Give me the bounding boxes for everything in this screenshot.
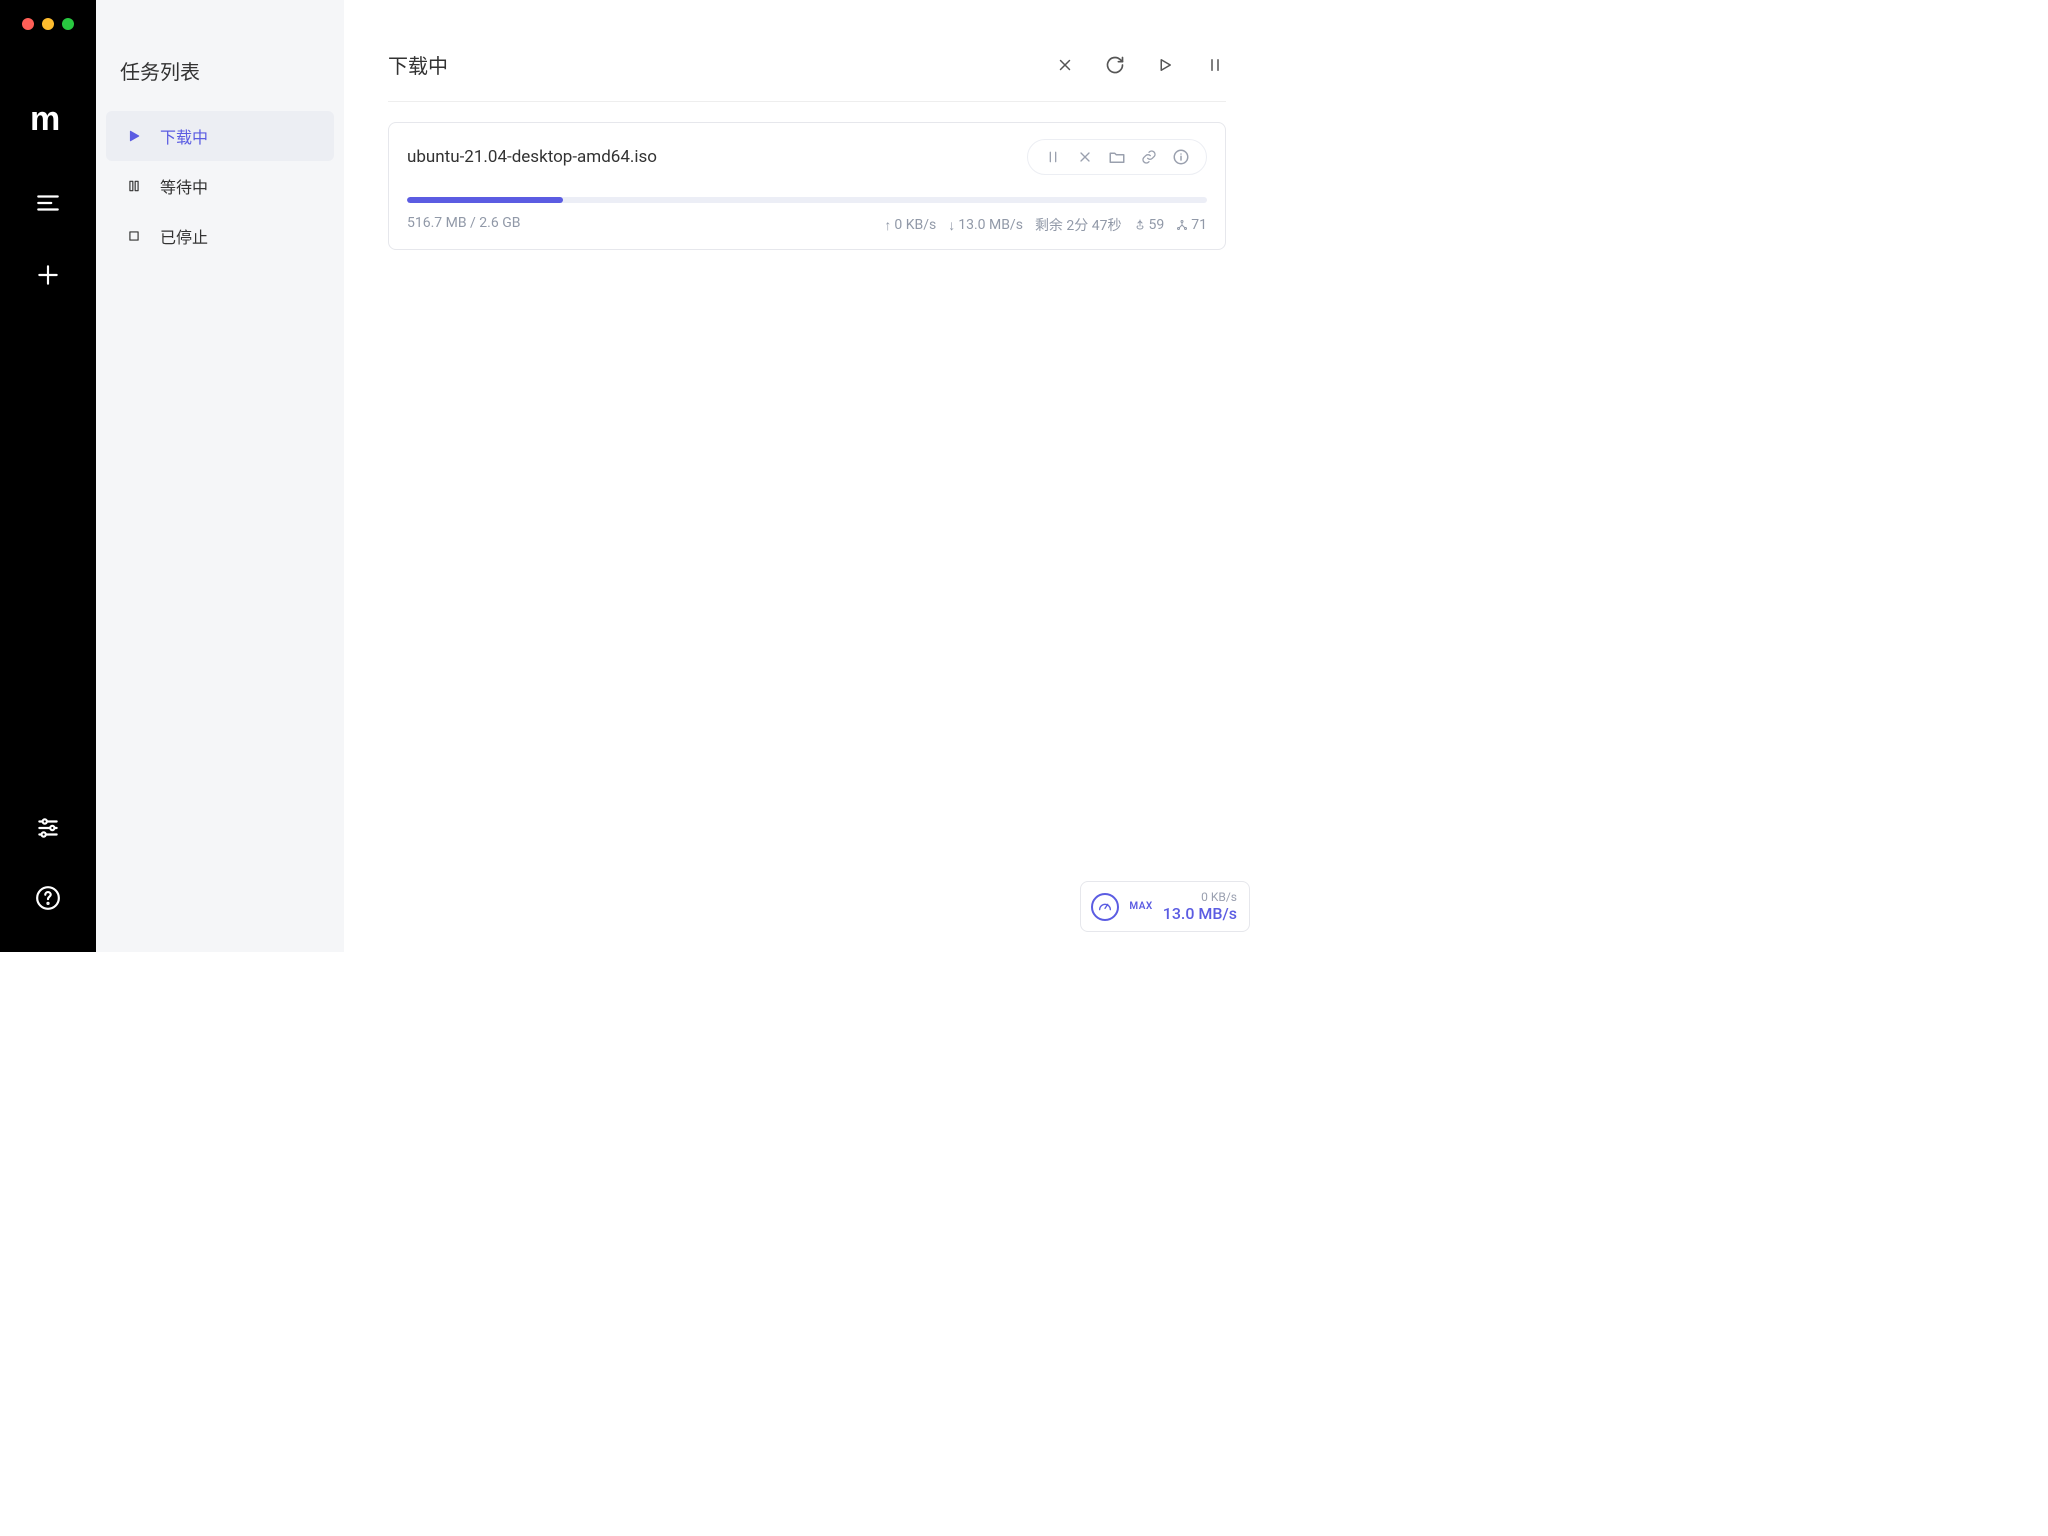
stop-icon xyxy=(124,226,144,246)
settings-button[interactable] xyxy=(24,804,72,852)
pause-icon xyxy=(124,176,144,196)
window-close-button[interactable] xyxy=(22,18,34,30)
task-progress-fill xyxy=(407,197,563,203)
main-header: 下载中 xyxy=(388,50,1226,102)
main-toolbar xyxy=(1054,54,1226,76)
window-controls xyxy=(22,0,74,50)
menu-button[interactable] xyxy=(24,179,72,227)
help-button[interactable] xyxy=(24,874,72,922)
sidebar-item-label: 下载中 xyxy=(160,124,208,148)
task-card[interactable]: ubuntu-21.04-desktop-amd64.iso 516.7 MB … xyxy=(388,122,1226,250)
speed-max-label: MAX xyxy=(1129,901,1152,912)
speed-widget[interactable]: MAX 0 KB/s 13.0 MB/s xyxy=(1080,881,1250,932)
task-time-remaining: 剩余 2分 47秒 xyxy=(1035,215,1122,235)
main-panel: 下载中 ubuntu-21.04-desktop-amd64.iso 516.7… xyxy=(344,0,1270,952)
start-all-button[interactable] xyxy=(1154,54,1176,76)
task-seeds: 59 xyxy=(1134,217,1165,233)
task-actions xyxy=(1027,139,1207,175)
task-upload-speed: ↑ 0 KB/s xyxy=(884,217,936,234)
task-info-button[interactable] xyxy=(1166,144,1196,170)
window-maximize-button[interactable] xyxy=(62,18,74,30)
delete-all-button[interactable] xyxy=(1054,54,1076,76)
gauge-icon xyxy=(1091,893,1119,921)
sidebar-item-label: 已停止 xyxy=(160,224,208,248)
task-delete-button[interactable] xyxy=(1070,144,1100,170)
speed-upload: 0 KB/s xyxy=(1201,890,1237,904)
sidebar-item-downloading[interactable]: 下载中 xyxy=(106,111,334,161)
task-progress-bar xyxy=(407,197,1207,203)
task-pause-button[interactable] xyxy=(1038,144,1068,170)
main-title: 下载中 xyxy=(388,50,448,79)
task-peers: 71 xyxy=(1176,217,1207,233)
task-size-text: 516.7 MB / 2.6 GB xyxy=(407,215,520,235)
task-link-button[interactable] xyxy=(1134,144,1164,170)
app-logo: m xyxy=(30,54,66,139)
task-download-speed: ↓ 13.0 MB/s xyxy=(948,217,1023,234)
refresh-button[interactable] xyxy=(1104,54,1126,76)
window-minimize-button[interactable] xyxy=(42,18,54,30)
task-stats: ↑ 0 KB/s ↓ 13.0 MB/s 剩余 2分 47秒 59 71 xyxy=(884,215,1207,235)
speed-download: 13.0 MB/s xyxy=(1163,904,1237,923)
task-folder-button[interactable] xyxy=(1102,144,1132,170)
sidebar-item-waiting[interactable]: 等待中 xyxy=(106,161,334,211)
sidebar-item-label: 等待中 xyxy=(160,174,208,198)
sidebar-item-stopped[interactable]: 已停止 xyxy=(106,211,334,261)
task-sidebar: 任务列表 下载中 等待中 已停止 xyxy=(96,0,344,952)
add-task-button[interactable] xyxy=(24,251,72,299)
app-rail: m xyxy=(0,0,96,952)
task-filename: ubuntu-21.04-desktop-amd64.iso xyxy=(407,147,657,167)
pause-all-button[interactable] xyxy=(1204,54,1226,76)
play-icon xyxy=(124,126,144,146)
sidebar-title: 任务列表 xyxy=(96,56,344,111)
